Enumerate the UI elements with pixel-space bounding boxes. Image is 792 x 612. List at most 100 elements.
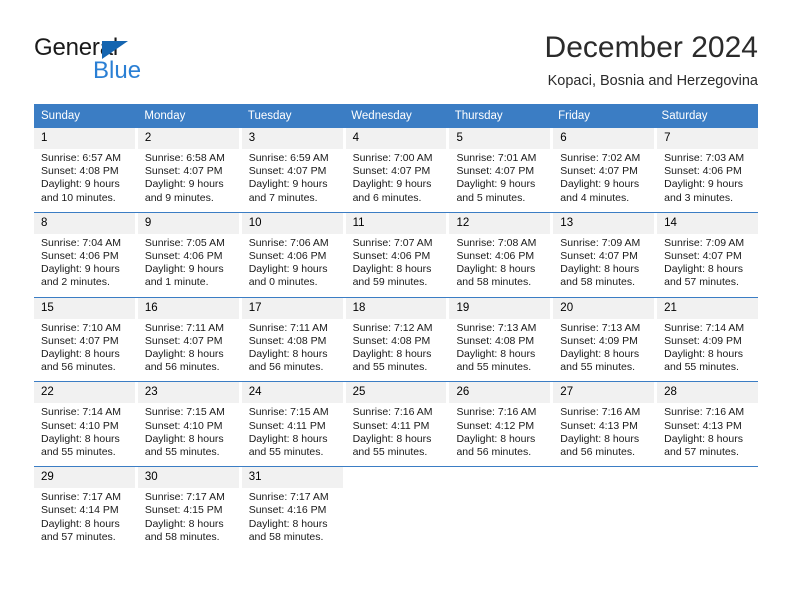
day-cell-28[interactable]: 28 Sunrise: 7:16 AM Sunset: 4:13 PM Dayligh… (657, 382, 759, 459)
day-number: 13 (553, 212, 655, 234)
day-details: Sunrise: 7:16 AM Sunset: 4:12 PM Daylight:… (449, 403, 550, 459)
sunrise-text: Sunrise: 6:57 AM (41, 152, 121, 164)
sunset-text: Sunset: 4:11 PM (352, 419, 430, 432)
day-cell-19[interactable]: 19 Sunrise: 7:13 AM Sunset: 4:08 PM Dayligh… (449, 297, 551, 375)
day-cell-5[interactable]: 5 Sunrise: 7:01 AM Sunset: 4:07 PM Daylight… (449, 128, 551, 205)
title-block: December 2024 Kopaci, Bosnia and Herzego… (545, 30, 758, 92)
day-details: Sunrise: 7:07 AM Sunset: 4:06 PM Daylight:… (346, 234, 447, 290)
weekday-header-friday: Friday (558, 110, 591, 122)
sunrise-text: Sunrise: 7:14 AM (41, 406, 121, 419)
page-subtitle: Kopaci, Bosnia and Herzegovina (547, 73, 758, 89)
day-cell-16[interactable]: 16 Sunrise: 7:11 AM Sunset: 4:07 PM Dayligh… (137, 297, 239, 375)
daylight-text-line2: and 58 minutes. (560, 276, 636, 289)
sunrise-text: Sunrise: 7:17 AM (144, 491, 225, 504)
daylight-text-line2: and 55 minutes. (352, 446, 428, 459)
day-details (553, 488, 654, 491)
day-number: 12 (449, 212, 551, 234)
day-cell-empty (449, 467, 550, 544)
day-number: 18 (345, 297, 447, 319)
day-cell-11[interactable]: 11 Sunrise: 7:07 AM Sunset: 4:06 PM Dayligh… (345, 212, 447, 290)
daylight-text-line2: and 59 minutes. (352, 276, 428, 289)
sunset-text: Sunset: 4:07 PM (560, 250, 638, 263)
day-cell-6[interactable]: 6 Sunrise: 7:02 AM Sunset: 4:07 PM Daylight… (553, 128, 655, 205)
day-details: Sunrise: 7:16 AM Sunset: 4:11 PM Daylight:… (346, 403, 447, 459)
day-details: Sunrise: 7:17 AM Sunset: 4:14 PM Daylight:… (34, 488, 135, 544)
daylight-text-line1: Daylight: 8 hours (664, 432, 743, 445)
day-cell-24[interactable]: 24 Sunrise: 7:15 AM Sunset: 4:11 PM Dayligh… (241, 382, 343, 459)
daylight-text-line1: Daylight: 9 hours (144, 263, 224, 276)
daylight-text-line1: Daylight: 9 hours (41, 178, 120, 191)
day-cell-31[interactable]: 31 Sunrise: 7:17 AM Sunset: 4:16 PM Dayligh… (241, 467, 343, 544)
day-cell-14[interactable]: 14 Sunrise: 7:09 AM Sunset: 4:07 PM Dayligh… (657, 212, 759, 290)
day-cell-22[interactable]: 22 Sunrise: 7:14 AM Sunset: 4:10 PM Dayligh… (34, 382, 135, 459)
sunrise-text: Sunrise: 7:08 AM (456, 236, 537, 249)
day-details: Sunrise: 7:14 AM Sunset: 4:10 PM Daylight:… (34, 403, 135, 459)
day-details: Sunrise: 6:59 AM Sunset: 4:07 PM Daylight:… (242, 149, 343, 205)
day-number: 25 (345, 382, 447, 404)
day-details (657, 488, 758, 491)
day-cell-20[interactable]: 20 Sunrise: 7:13 AM Sunset: 4:09 PM Dayligh… (553, 297, 655, 375)
day-cell-21[interactable]: 21 Sunrise: 7:14 AM Sunset: 4:09 PM Dayligh… (657, 297, 759, 375)
weekday-header-wednesday: Wednesday (351, 110, 412, 122)
day-cell-3[interactable]: 3 Sunrise: 6:59 AM Sunset: 4:07 PM Daylight… (241, 128, 343, 205)
day-number: 9 (137, 212, 239, 234)
sunrise-text: Sunrise: 7:15 AM (248, 406, 329, 419)
page-header: General Blue December 2024 Kopaci, Bosni… (34, 30, 758, 96)
daylight-text-line1: Daylight: 9 hours (144, 178, 224, 191)
day-cell-26[interactable]: 26 Sunrise: 7:16 AM Sunset: 4:12 PM Dayligh… (449, 382, 551, 459)
day-number: 31 (241, 467, 343, 489)
sunrise-text: Sunrise: 7:13 AM (456, 321, 537, 334)
day-cell-15[interactable]: 15 Sunrise: 7:10 AM Sunset: 4:07 PM Dayligh… (34, 297, 135, 375)
day-cell-13[interactable]: 13 Sunrise: 7:09 AM Sunset: 4:07 PM Dayligh… (553, 212, 655, 290)
day-cell-18[interactable]: 18 Sunrise: 7:12 AM Sunset: 4:08 PM Dayligh… (345, 297, 447, 375)
day-cell-30[interactable]: 30 Sunrise: 7:17 AM Sunset: 4:15 PM Dayligh… (137, 467, 239, 544)
day-details: Sunrise: 7:02 AM Sunset: 4:07 PM Daylight:… (553, 149, 654, 205)
daylight-text-line1: Daylight: 8 hours (144, 432, 224, 445)
day-details: Sunrise: 7:04 AM Sunset: 4:06 PM Daylight:… (34, 234, 135, 290)
daylight-text-line2: and 57 minutes. (664, 276, 739, 289)
sunset-text: Sunset: 4:07 PM (144, 334, 223, 347)
day-cell-8[interactable]: 8 Sunrise: 7:04 AM Sunset: 4:06 PM Daylight… (34, 212, 135, 290)
day-cell-29[interactable]: 29 Sunrise: 7:17 AM Sunset: 4:14 PM Dayligh… (34, 467, 135, 544)
day-details: Sunrise: 7:06 AM Sunset: 4:06 PM Daylight:… (242, 234, 343, 290)
daylight-text-line1: Daylight: 8 hours (144, 517, 224, 530)
day-details: Sunrise: 7:01 AM Sunset: 4:07 PM Daylight:… (449, 149, 550, 205)
day-cell-4[interactable]: 4 Sunrise: 7:00 AM Sunset: 4:07 PM Daylight… (345, 128, 447, 205)
day-details (346, 488, 447, 491)
daylight-text-line2: and 55 minutes. (352, 361, 428, 374)
week-row: 22 Sunrise: 7:14 AM Sunset: 4:10 PM Dayligh… (34, 381, 759, 459)
weekday-header-tuesday: Tuesday (247, 110, 292, 122)
weekday-header-saturday: Saturday (661, 110, 708, 122)
day-number: 20 (553, 297, 655, 319)
day-details: Sunrise: 7:05 AM Sunset: 4:06 PM Daylight:… (138, 234, 239, 290)
day-cell-17[interactable]: 17 Sunrise: 7:11 AM Sunset: 4:08 PM Dayligh… (241, 297, 343, 375)
day-cell-12[interactable]: 12 Sunrise: 7:08 AM Sunset: 4:06 PM Dayligh… (449, 212, 551, 290)
day-cell-23[interactable]: 23 Sunrise: 7:15 AM Sunset: 4:10 PM Dayligh… (137, 382, 239, 459)
day-cell-1[interactable]: 1 Sunrise: 6:57 AM Sunset: 4:08 PM Daylight… (34, 128, 135, 205)
day-cell-2[interactable]: 2 Sunrise: 6:58 AM Sunset: 4:07 PM Daylight… (137, 128, 239, 205)
daylight-text-line1: Daylight: 8 hours (144, 348, 224, 361)
day-number: 22 (34, 382, 135, 404)
day-number: 1 (34, 128, 135, 149)
sunrise-text: Sunrise: 7:05 AM (144, 236, 225, 249)
generalblue-logo[interactable]: General Blue (34, 34, 234, 90)
day-details: Sunrise: 7:16 AM Sunset: 4:13 PM Daylight:… (553, 403, 654, 459)
day-details: Sunrise: 7:11 AM Sunset: 4:08 PM Daylight:… (242, 319, 343, 375)
day-cell-10[interactable]: 10 Sunrise: 7:06 AM Sunset: 4:06 PM Dayligh… (241, 212, 343, 290)
day-number: 11 (345, 212, 447, 234)
day-cell-25[interactable]: 25 Sunrise: 7:16 AM Sunset: 4:11 PM Dayligh… (345, 382, 447, 459)
day-details: Sunrise: 7:12 AM Sunset: 4:08 PM Daylight:… (346, 319, 447, 375)
sunset-text: Sunset: 4:07 PM (560, 165, 638, 178)
day-cell-9[interactable]: 9 Sunrise: 7:05 AM Sunset: 4:06 PM Daylight… (137, 212, 239, 290)
daylight-text-line1: Daylight: 8 hours (41, 517, 120, 530)
daylight-text-line1: Daylight: 8 hours (352, 432, 432, 445)
sunset-text: Sunset: 4:10 PM (144, 419, 223, 432)
day-details: Sunrise: 7:15 AM Sunset: 4:11 PM Daylight:… (242, 403, 343, 459)
day-number: 7 (657, 128, 759, 149)
day-cell-7[interactable]: 7 Sunrise: 7:03 AM Sunset: 4:06 PM Daylight… (657, 128, 759, 205)
daylight-text-line2: and 58 minutes. (144, 530, 220, 543)
daylight-text-line2: and 55 minutes. (144, 446, 220, 459)
sunset-text: Sunset: 4:15 PM (144, 504, 223, 517)
day-cell-27[interactable]: 27 Sunrise: 7:16 AM Sunset: 4:13 PM Dayligh… (553, 382, 655, 459)
day-number: 21 (657, 297, 759, 319)
